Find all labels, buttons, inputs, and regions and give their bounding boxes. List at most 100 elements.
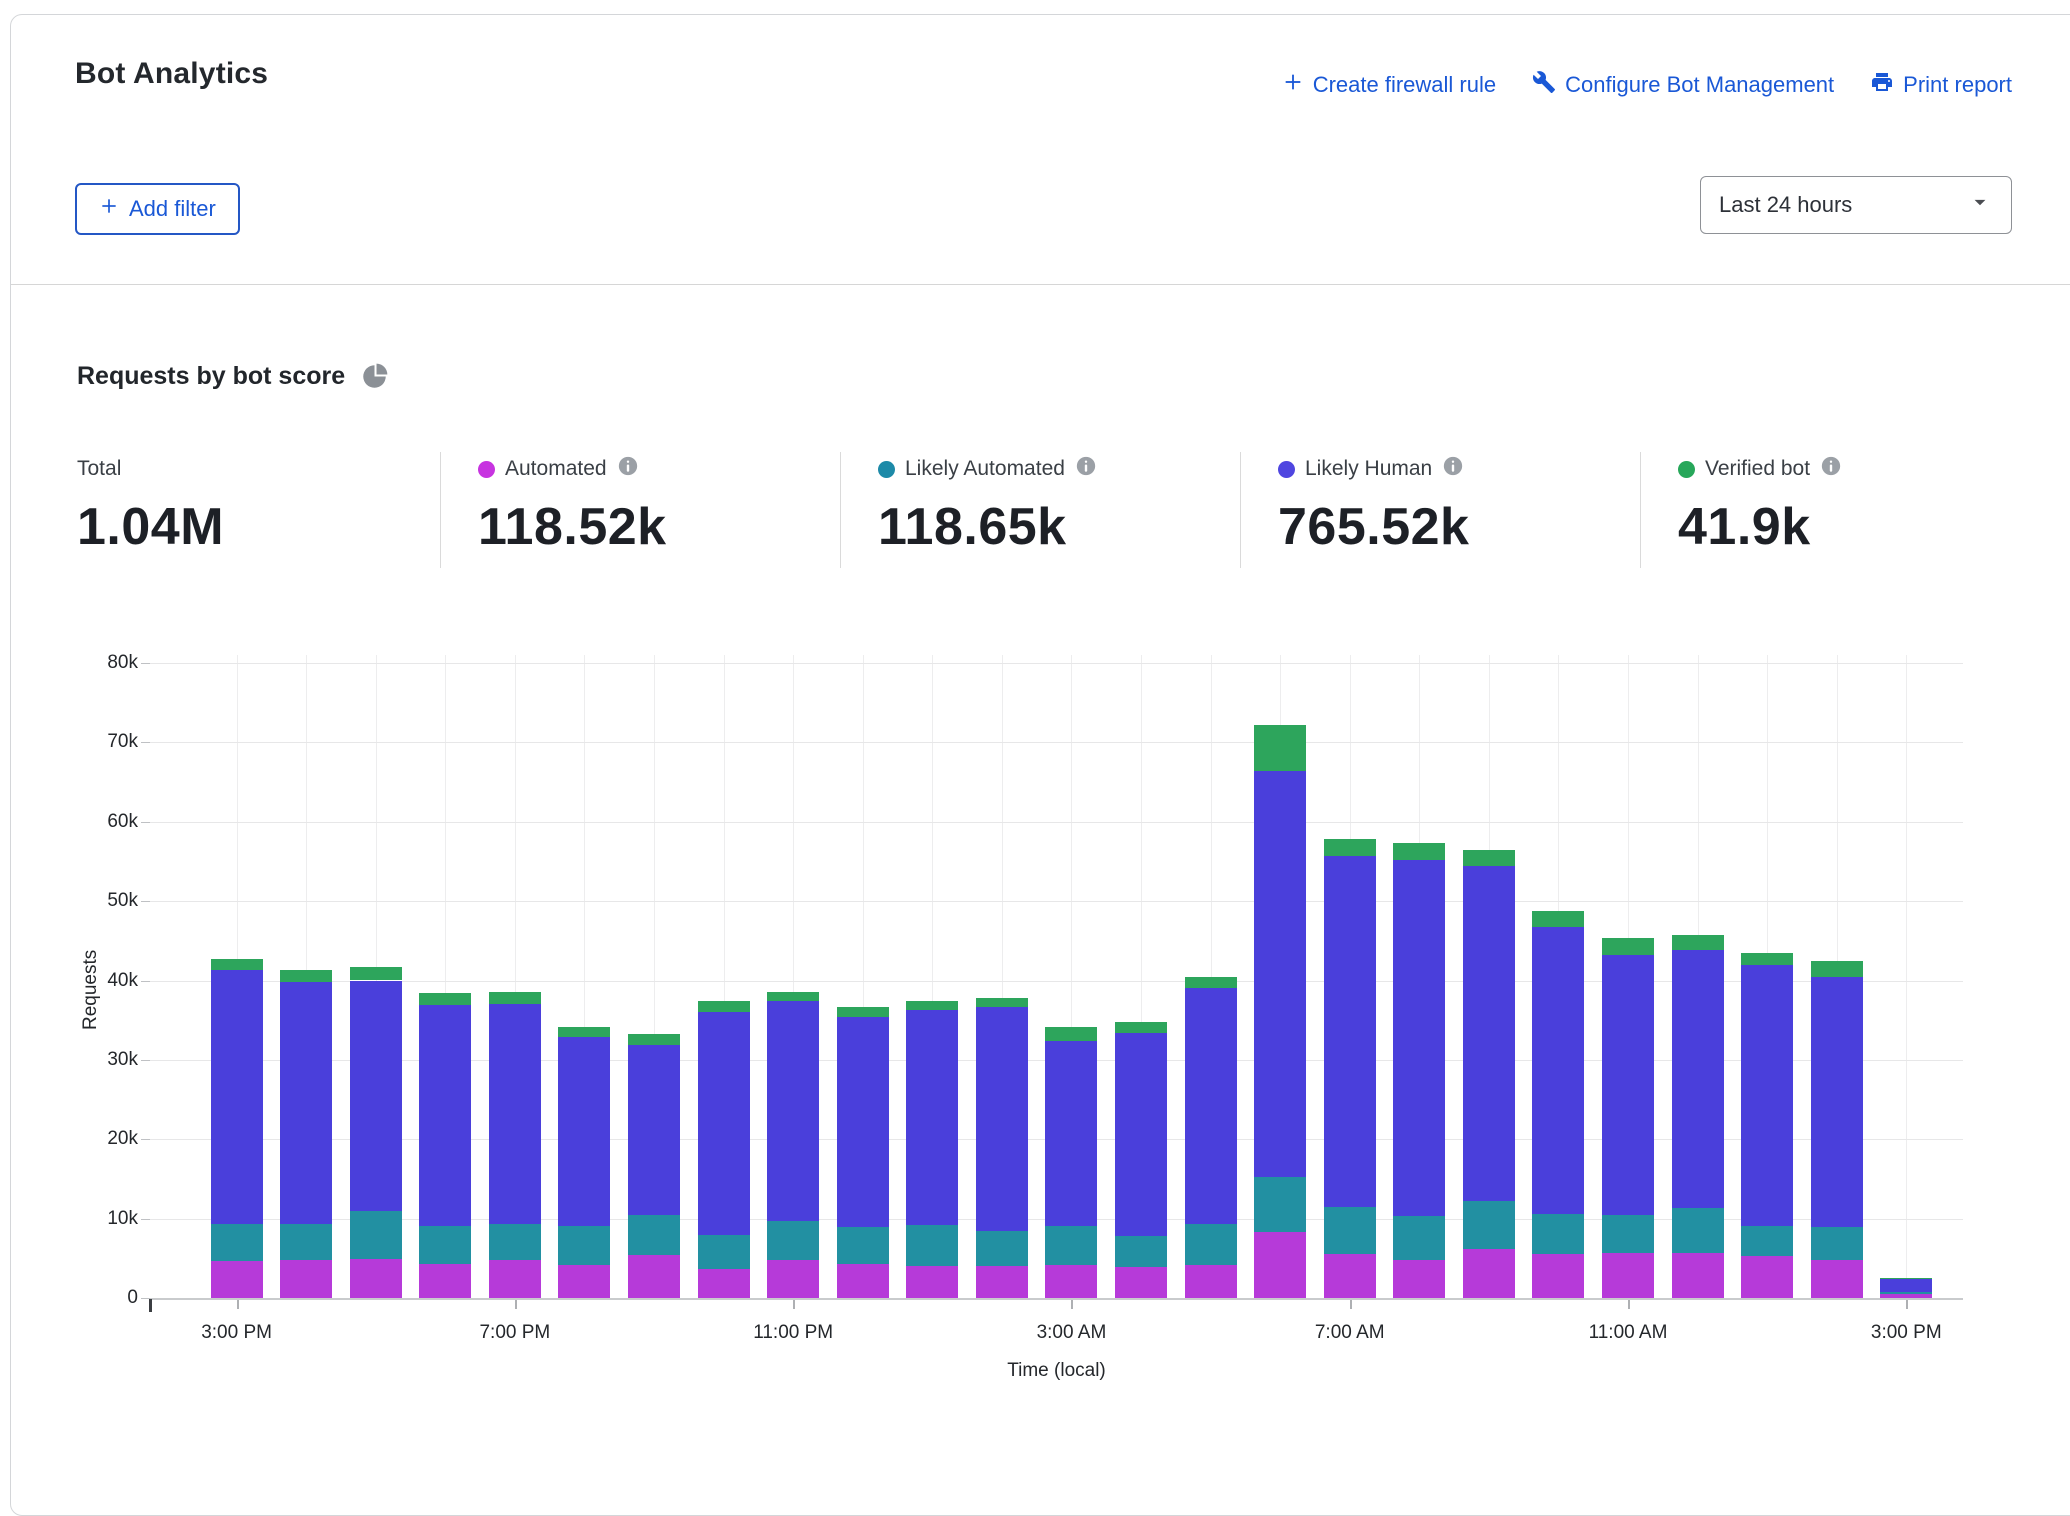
bar-segment-automated[interactable] bbox=[489, 1260, 541, 1298]
bar-segment-likely-human[interactable] bbox=[211, 970, 263, 1224]
bar-segment-likely-automated[interactable] bbox=[1045, 1226, 1097, 1266]
bar-segment-likely-human[interactable] bbox=[1254, 771, 1306, 1177]
bar-segment-likely-automated[interactable] bbox=[558, 1226, 610, 1265]
bar-segment-likely-human[interactable] bbox=[1532, 927, 1584, 1214]
info-icon[interactable] bbox=[1820, 455, 1842, 483]
bar-segment-verified-bot[interactable] bbox=[558, 1027, 610, 1037]
bar-segment-likely-human[interactable] bbox=[1741, 965, 1793, 1225]
bar-segment-likely-human[interactable] bbox=[1393, 860, 1445, 1216]
bar-segment-automated[interactable] bbox=[1393, 1260, 1445, 1298]
bar-segment-likely-automated[interactable] bbox=[1880, 1292, 1932, 1294]
bar-segment-likely-automated[interactable] bbox=[350, 1211, 402, 1259]
bar-segment-automated[interactable] bbox=[1324, 1254, 1376, 1298]
bar-segment-likely-automated[interactable] bbox=[698, 1235, 750, 1269]
bar-segment-likely-automated[interactable] bbox=[906, 1225, 958, 1266]
bar-segment-likely-human[interactable] bbox=[558, 1037, 610, 1226]
bar-segment-likely-human[interactable] bbox=[1602, 955, 1654, 1215]
bar-segment-likely-human[interactable] bbox=[698, 1012, 750, 1235]
bar-segment-automated[interactable] bbox=[628, 1255, 680, 1298]
bar-segment-likely-human[interactable] bbox=[906, 1010, 958, 1225]
bar-segment-likely-automated[interactable] bbox=[1741, 1226, 1793, 1256]
bar-segment-automated[interactable] bbox=[350, 1259, 402, 1298]
bar-segment-likely-automated[interactable] bbox=[628, 1215, 680, 1255]
bar-segment-likely-automated[interactable] bbox=[419, 1226, 471, 1264]
bar-segment-likely-automated[interactable] bbox=[1602, 1215, 1654, 1252]
bar-segment-automated[interactable] bbox=[1880, 1294, 1932, 1298]
bar-segment-verified-bot[interactable] bbox=[1880, 1278, 1932, 1279]
bar-segment-likely-human[interactable] bbox=[1811, 977, 1863, 1227]
bar-segment-verified-bot[interactable] bbox=[211, 959, 263, 970]
bar-segment-verified-bot[interactable] bbox=[350, 967, 402, 980]
bar-segment-verified-bot[interactable] bbox=[1741, 953, 1793, 966]
bar-segment-verified-bot[interactable] bbox=[1463, 850, 1515, 867]
bar-segment-likely-automated[interactable] bbox=[1254, 1177, 1306, 1233]
bar-segment-likely-human[interactable] bbox=[419, 1005, 471, 1226]
bar-segment-likely-automated[interactable] bbox=[280, 1224, 332, 1260]
bar-segment-likely-human[interactable] bbox=[489, 1004, 541, 1225]
bar-segment-likely-automated[interactable] bbox=[1672, 1208, 1724, 1252]
bar-segment-likely-automated[interactable] bbox=[1811, 1227, 1863, 1260]
bar-segment-verified-bot[interactable] bbox=[1324, 839, 1376, 856]
bar-segment-verified-bot[interactable] bbox=[1185, 977, 1237, 987]
bar-segment-likely-automated[interactable] bbox=[489, 1224, 541, 1260]
bar-segment-likely-automated[interactable] bbox=[1463, 1201, 1515, 1249]
bar-segment-verified-bot[interactable] bbox=[837, 1007, 889, 1017]
bar-segment-likely-automated[interactable] bbox=[837, 1227, 889, 1264]
bar-segment-likely-human[interactable] bbox=[350, 981, 402, 1211]
bar-segment-automated[interactable] bbox=[1185, 1265, 1237, 1298]
bar-segment-automated[interactable] bbox=[211, 1261, 263, 1298]
bar-segment-verified-bot[interactable] bbox=[1532, 911, 1584, 928]
bar-segment-verified-bot[interactable] bbox=[698, 1001, 750, 1012]
bar-segment-likely-automated[interactable] bbox=[767, 1221, 819, 1260]
info-icon[interactable] bbox=[617, 455, 639, 483]
bar-segment-automated[interactable] bbox=[558, 1265, 610, 1298]
bar-segment-verified-bot[interactable] bbox=[489, 992, 541, 1004]
bar-segment-likely-human[interactable] bbox=[976, 1007, 1028, 1230]
bar-segment-automated[interactable] bbox=[698, 1269, 750, 1298]
bar-segment-likely-human[interactable] bbox=[1463, 866, 1515, 1201]
bar-segment-likely-automated[interactable] bbox=[1324, 1207, 1376, 1255]
bar-segment-automated[interactable] bbox=[767, 1260, 819, 1298]
bar-segment-verified-bot[interactable] bbox=[1811, 961, 1863, 977]
info-icon[interactable] bbox=[1442, 455, 1464, 483]
bar-segment-automated[interactable] bbox=[1672, 1253, 1724, 1298]
bar-segment-automated[interactable] bbox=[1741, 1256, 1793, 1298]
time-range-select[interactable]: Last 24 hours bbox=[1700, 176, 2012, 234]
bar-segment-likely-human[interactable] bbox=[1672, 950, 1724, 1208]
bar-segment-automated[interactable] bbox=[1115, 1267, 1167, 1298]
bar-segment-verified-bot[interactable] bbox=[976, 998, 1028, 1008]
add-filter-button[interactable]: Add filter bbox=[75, 183, 240, 235]
bar-segment-verified-bot[interactable] bbox=[1672, 935, 1724, 950]
create-firewall-rule-link[interactable]: Create firewall rule bbox=[1282, 71, 1496, 99]
bar-segment-likely-human[interactable] bbox=[1115, 1033, 1167, 1236]
bar-segment-verified-bot[interactable] bbox=[1602, 938, 1654, 955]
bar-segment-likely-human[interactable] bbox=[1324, 856, 1376, 1207]
bar-segment-automated[interactable] bbox=[1254, 1232, 1306, 1298]
bar-segment-verified-bot[interactable] bbox=[767, 992, 819, 1002]
bar-segment-automated[interactable] bbox=[1811, 1260, 1863, 1298]
bar-segment-automated[interactable] bbox=[1463, 1249, 1515, 1298]
bar-segment-verified-bot[interactable] bbox=[906, 1001, 958, 1010]
bar-segment-verified-bot[interactable] bbox=[628, 1034, 680, 1045]
bar-segment-automated[interactable] bbox=[1532, 1254, 1584, 1298]
bar-segment-likely-human[interactable] bbox=[628, 1045, 680, 1215]
bar-segment-automated[interactable] bbox=[419, 1264, 471, 1298]
bar-segment-likely-automated[interactable] bbox=[1185, 1224, 1237, 1265]
bar-segment-verified-bot[interactable] bbox=[1045, 1027, 1097, 1040]
configure-bot-management-link[interactable]: Configure Bot Management bbox=[1532, 70, 1834, 100]
bar-segment-automated[interactable] bbox=[1602, 1253, 1654, 1298]
bar-segment-verified-bot[interactable] bbox=[280, 970, 332, 982]
bar-segment-automated[interactable] bbox=[976, 1266, 1028, 1298]
bar-segment-likely-human[interactable] bbox=[1185, 988, 1237, 1225]
bar-segment-automated[interactable] bbox=[837, 1264, 889, 1298]
bar-segment-likely-human[interactable] bbox=[280, 982, 332, 1224]
bar-segment-likely-human[interactable] bbox=[1045, 1041, 1097, 1226]
bar-segment-likely-human[interactable] bbox=[1880, 1279, 1932, 1292]
bar-segment-automated[interactable] bbox=[280, 1260, 332, 1298]
bar-segment-automated[interactable] bbox=[1045, 1265, 1097, 1298]
bar-segment-verified-bot[interactable] bbox=[419, 993, 471, 1005]
bar-segment-likely-human[interactable] bbox=[837, 1017, 889, 1227]
bar-segment-likely-automated[interactable] bbox=[1532, 1214, 1584, 1254]
bar-segment-likely-automated[interactable] bbox=[211, 1224, 263, 1261]
bar-segment-verified-bot[interactable] bbox=[1115, 1022, 1167, 1033]
